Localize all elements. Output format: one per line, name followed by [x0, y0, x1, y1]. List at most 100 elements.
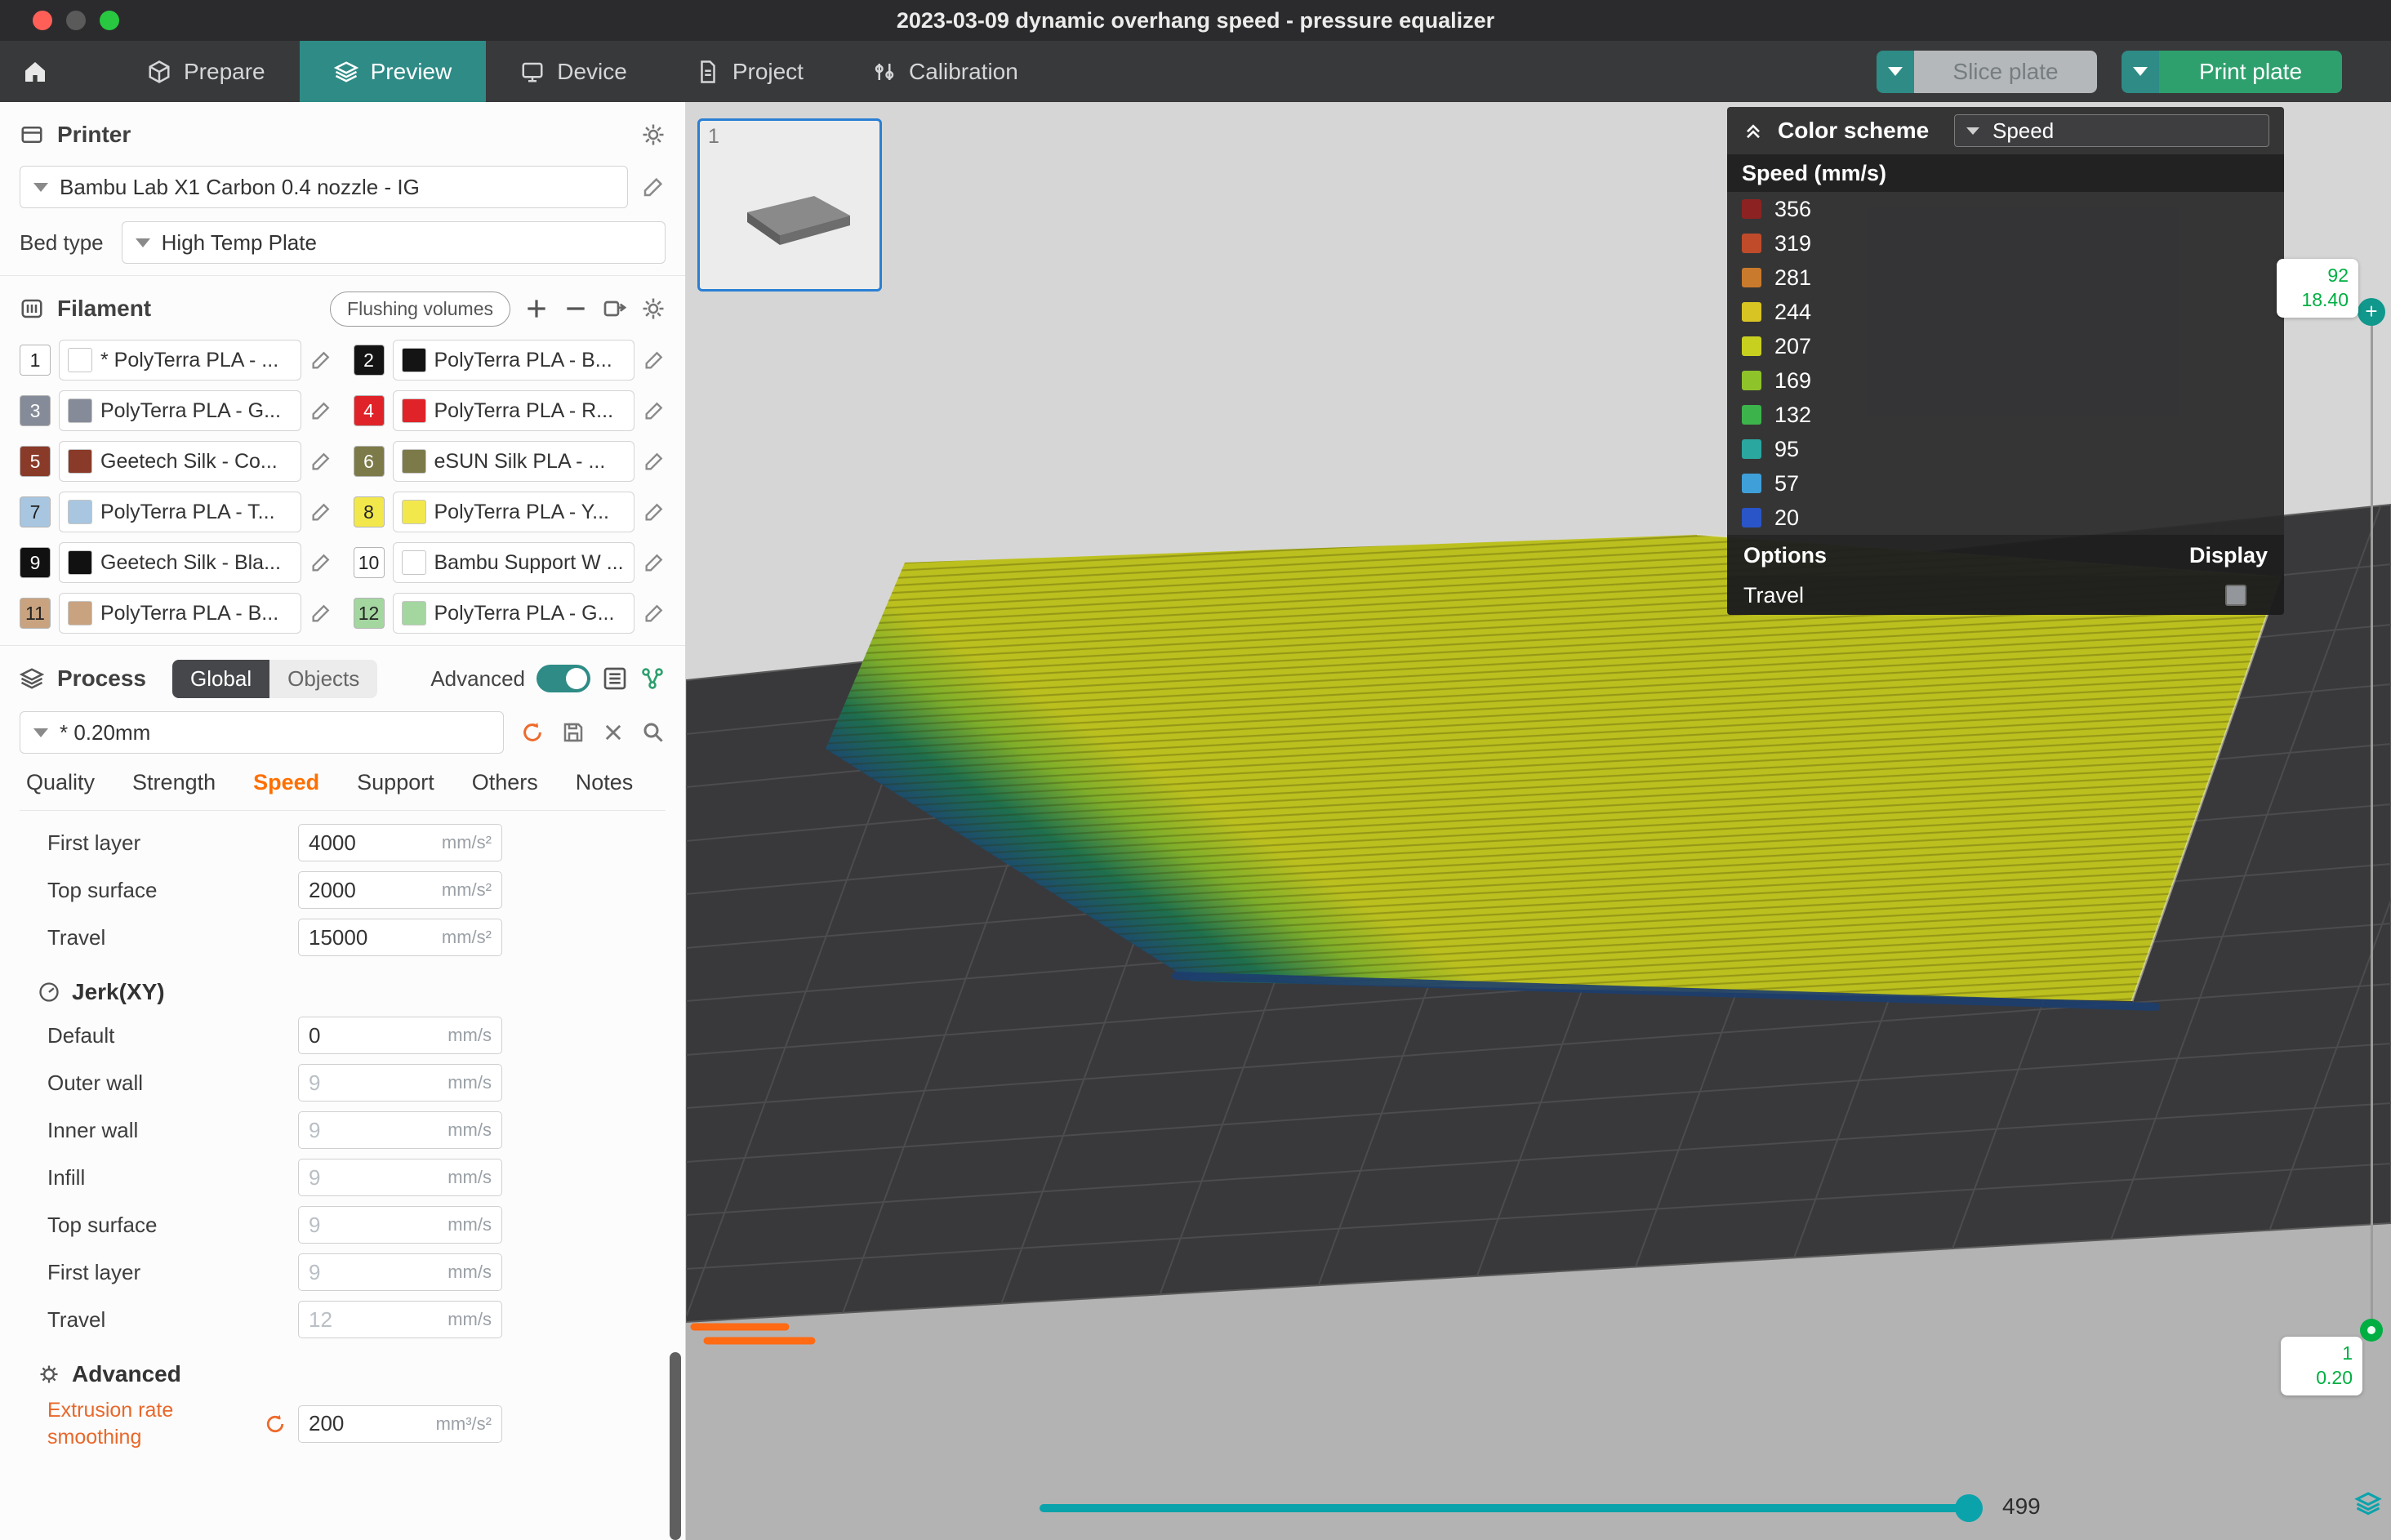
- collapse-icon[interactable]: [1742, 119, 1765, 142]
- filament-settings-gear-icon[interactable]: [641, 296, 666, 321]
- legend-color-swatch: [1742, 405, 1761, 425]
- bed-type-dropdown[interactable]: High Temp Plate: [122, 221, 666, 264]
- legend-color-swatch: [1742, 302, 1761, 322]
- subtab-others[interactable]: Others: [472, 770, 538, 795]
- legend-value: 57: [1774, 471, 1799, 496]
- object-tree-icon[interactable]: [639, 665, 666, 692]
- tab-project[interactable]: Project: [661, 41, 838, 102]
- plate-thumbnail-1[interactable]: 1: [697, 118, 882, 292]
- filament-preset-dropdown[interactable]: eSUN Silk PLA - ...: [393, 441, 635, 482]
- delete-preset-icon[interactable]: [602, 721, 625, 744]
- subtab-support[interactable]: Support: [357, 770, 434, 795]
- filament-preset-dropdown[interactable]: Bambu Support W ...: [393, 542, 635, 583]
- plate-thumbnail-model-icon: [700, 121, 879, 289]
- minimize-button[interactable]: [66, 11, 86, 30]
- filament-preset-dropdown[interactable]: PolyTerra PLA - B...: [393, 340, 635, 381]
- tab-calibration[interactable]: Calibration: [838, 41, 1053, 102]
- filament-preset-dropdown[interactable]: Geetech Silk - Bla...: [59, 542, 301, 583]
- flushing-volumes-button[interactable]: Flushing volumes: [330, 292, 510, 327]
- filament-preset-dropdown[interactable]: PolyTerra PLA - R...: [393, 390, 635, 431]
- subtab-strength[interactable]: Strength: [132, 770, 216, 795]
- edit-filament-icon[interactable]: [643, 501, 666, 523]
- color-scheme-dropdown[interactable]: Speed: [1954, 114, 2269, 147]
- jerk-top-surface-input[interactable]: 9 mm/s: [298, 1206, 502, 1244]
- printer-settings-gear-icon[interactable]: [641, 122, 666, 147]
- search-settings-icon[interactable]: [641, 720, 666, 745]
- layer-slider-upper-handle[interactable]: [2358, 298, 2385, 326]
- edit-filament-icon[interactable]: [309, 501, 332, 523]
- filament-color-swatch: [68, 601, 92, 625]
- edit-filament-icon[interactable]: [643, 349, 666, 372]
- save-preset-icon[interactable]: [561, 720, 586, 745]
- edit-filament-icon[interactable]: [643, 450, 666, 473]
- edit-filament-icon[interactable]: [643, 399, 666, 422]
- subtab-notes[interactable]: Notes: [576, 770, 634, 795]
- edit-filament-icon[interactable]: [309, 602, 332, 625]
- layer-slider-track[interactable]: [2371, 312, 2373, 1333]
- subtab-speed[interactable]: Speed: [253, 770, 319, 795]
- filament-preset-dropdown[interactable]: PolyTerra PLA - B...: [59, 593, 301, 634]
- preview-viewport[interactable]: 1 Color scheme Speed Speed (mm/s): [686, 102, 2391, 1540]
- jerk-inner-wall-input[interactable]: 9 mm/s: [298, 1111, 502, 1149]
- filament-preset-dropdown[interactable]: PolyTerra PLA - G...: [59, 390, 301, 431]
- reset-preset-icon[interactable]: [520, 720, 545, 745]
- extrusion-rate-smoothing-input[interactable]: 200 mm³/s²: [298, 1405, 502, 1443]
- filament-preset-dropdown[interactable]: PolyTerra PLA - T...: [59, 492, 301, 532]
- jerk-first-layer-input[interactable]: 9 mm/s: [298, 1253, 502, 1291]
- jerk-default-input[interactable]: 0 mm/s: [298, 1017, 502, 1054]
- scope-objects-button[interactable]: Objects: [269, 660, 377, 698]
- jerk-outer-wall-input[interactable]: 9 mm/s: [298, 1064, 502, 1102]
- tab-device[interactable]: Device: [486, 41, 661, 102]
- slice-dropdown-button[interactable]: [1877, 51, 1914, 93]
- move-slider-handle[interactable]: [1955, 1494, 1983, 1522]
- edit-filament-icon[interactable]: [643, 551, 666, 574]
- tab-label: Preview: [371, 59, 452, 85]
- chevron-down-icon: [1888, 67, 1903, 76]
- edit-filament-icon[interactable]: [643, 602, 666, 625]
- filament-preset-dropdown[interactable]: PolyTerra PLA - G...: [393, 593, 635, 634]
- edit-filament-icon[interactable]: [309, 450, 332, 473]
- home-button[interactable]: [0, 41, 70, 102]
- edit-filament-icon[interactable]: [309, 551, 332, 574]
- fullscreen-button[interactable]: [100, 11, 119, 30]
- advanced-toggle[interactable]: [537, 665, 590, 692]
- move-slider-track[interactable]: [1040, 1504, 1979, 1512]
- accel-top-surface-input[interactable]: 2000 mm/s²: [298, 871, 502, 909]
- remove-filament-icon[interactable]: [563, 296, 589, 322]
- scope-global-button[interactable]: Global: [172, 660, 269, 698]
- layer-slider-lower-handle[interactable]: [2360, 1319, 2383, 1342]
- reset-value-icon[interactable]: [264, 1413, 287, 1435]
- edit-filament-icon[interactable]: [309, 349, 332, 372]
- filament-color-swatch: [402, 348, 426, 372]
- close-button[interactable]: [33, 11, 52, 30]
- process-preset-dropdown[interactable]: * 0.20mm: [20, 711, 504, 754]
- setting-value: 4000: [309, 830, 442, 856]
- bed-type-label: Bed type: [20, 230, 104, 256]
- accel-first-layer-input[interactable]: 4000 mm/s²: [298, 824, 502, 861]
- slice-plate-button[interactable]: Slice plate: [1914, 51, 2097, 93]
- filament-preset-dropdown[interactable]: Geetech Silk - Co...: [59, 441, 301, 482]
- jerk-travel-input[interactable]: 12 mm/s: [298, 1301, 502, 1338]
- layers-mode-icon[interactable]: [2353, 1489, 2383, 1518]
- printer-preset-dropdown[interactable]: Bambu Lab X1 Carbon 0.4 nozzle - IG: [20, 166, 628, 208]
- printer-icon: [20, 122, 44, 147]
- printer-preset-value: Bambu Lab X1 Carbon 0.4 nozzle - IG: [60, 175, 420, 200]
- edit-printer-icon[interactable]: [641, 175, 666, 199]
- filament-preset-dropdown[interactable]: * PolyTerra PLA - ...: [59, 340, 301, 381]
- jerk-infill-input[interactable]: 9 mm/s: [298, 1159, 502, 1196]
- accel-travel-input[interactable]: 15000 mm/s²: [298, 919, 502, 956]
- print-dropdown-button[interactable]: [2122, 51, 2159, 93]
- add-filament-icon[interactable]: [523, 296, 550, 322]
- filament-preset-dropdown[interactable]: PolyTerra PLA - Y...: [393, 492, 635, 532]
- edit-filament-icon[interactable]: [309, 399, 332, 422]
- print-plate-button[interactable]: Print plate: [2159, 51, 2342, 93]
- sidebar-scrollbar[interactable]: [670, 1352, 681, 1540]
- setting-value: 9: [309, 1213, 447, 1238]
- ams-sync-icon[interactable]: [602, 296, 628, 322]
- parameter-table-icon[interactable]: [602, 665, 628, 692]
- subtab-quality[interactable]: Quality: [26, 770, 95, 795]
- travel-checkbox[interactable]: [2225, 585, 2246, 606]
- tab-prepare[interactable]: Prepare: [113, 41, 300, 102]
- tab-preview[interactable]: Preview: [300, 41, 487, 102]
- process-section-title: Process: [57, 665, 146, 692]
